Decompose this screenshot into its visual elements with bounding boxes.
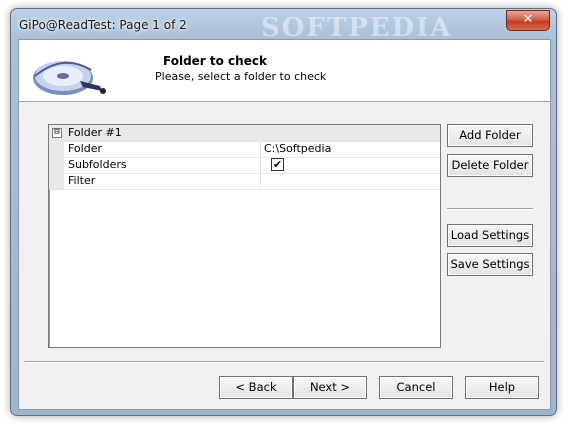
property-name: Filter [68,174,96,187]
load-settings-button[interactable]: Load Settings [447,224,533,247]
folder-property-grid[interactable]: ⊟ Folder #1 Folder C:\Softpedia Subfolde… [48,124,441,348]
save-settings-button[interactable]: Save Settings [447,253,533,276]
wizard-client-area: Folder to check Please, select a folder … [18,39,551,410]
disc-logo-icon [33,61,106,95]
group-row-folder-1[interactable]: ⊟ Folder #1 [49,125,440,142]
property-row-filter[interactable]: Filter [49,173,440,190]
wizard-header: Folder to check Please, select a folder … [19,40,550,102]
row-gutter [49,141,64,157]
row-gutter [49,157,64,173]
property-name: Subfolders [68,158,127,171]
button-separator [447,208,533,210]
page-subtitle: Please, select a folder to check [155,70,327,83]
close-button[interactable]: ✕ [506,10,550,31]
property-row-folder[interactable]: Folder C:\Softpedia [49,141,440,158]
next-button[interactable]: Next > [293,376,367,399]
help-button[interactable]: Help [465,376,539,399]
property-row-subfolders[interactable]: Subfolders ✔ [49,157,440,174]
row-gutter [49,173,64,189]
cancel-button[interactable]: Cancel [379,376,453,399]
group-label: Folder #1 [68,126,122,139]
page-title: Folder to check [163,54,267,68]
add-folder-button[interactable]: Add Folder [447,124,533,147]
application-window: SOFTPEDIA GiPo@ReadTest: Page 1 of 2 ✕ F… [10,8,557,416]
delete-folder-button[interactable]: Delete Folder [447,154,533,177]
window-title: GiPo@ReadTest: Page 1 of 2 [19,18,187,32]
footer-separator [25,361,544,363]
folder-path-value[interactable]: C:\Softpedia [264,142,331,155]
back-button[interactable]: < Back [219,376,293,399]
collapse-icon[interactable]: ⊟ [52,128,62,138]
subfolders-checkbox[interactable]: ✔ [271,158,284,171]
property-name: Folder [68,142,102,155]
